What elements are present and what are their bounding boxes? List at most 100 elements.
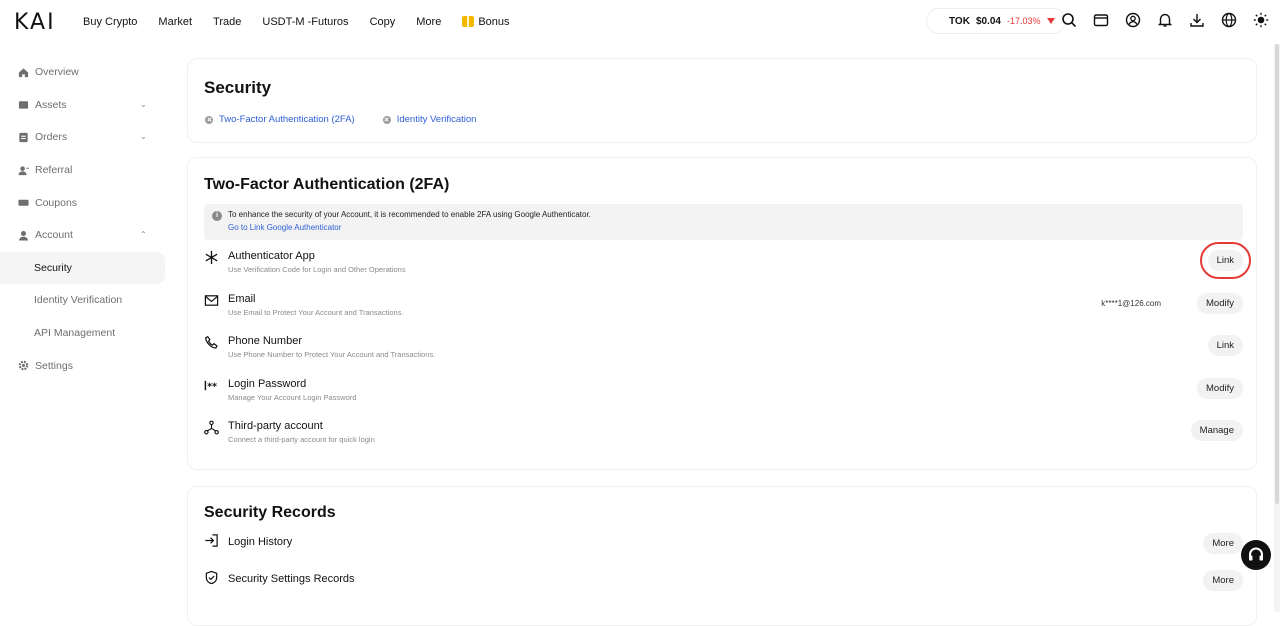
chevron-down-icon[interactable]: ⌄: [140, 132, 147, 141]
sidebar-item-label: Overview: [35, 66, 79, 79]
home-icon: [18, 67, 29, 78]
row-third-party-account: Third-party account Connect a third-part…: [204, 420, 1243, 456]
ticker-change: -17.03%: [1006, 16, 1041, 26]
security-notice: i To enhance the security of your Accoun…: [204, 204, 1243, 240]
nav-trade[interactable]: Trade: [213, 16, 241, 28]
kai-logo[interactable]: KAI: [14, 10, 56, 35]
nav-futures[interactable]: USDT-M -Futuros: [262, 16, 348, 28]
google-authenticator-link[interactable]: Go to Link Google Authenticator: [228, 220, 1243, 235]
phone-icon: [204, 335, 220, 351]
wallet-icon: [18, 99, 29, 110]
modify-email-button[interactable]: Modify: [1197, 293, 1243, 314]
svg-text:**: **: [207, 382, 217, 393]
close-circle-icon: [382, 115, 391, 124]
login-icon: [204, 533, 220, 549]
link-two-factor-auth[interactable]: Two-Factor Authentication (2FA): [205, 114, 355, 125]
sidebar-item-label: Assets: [35, 98, 67, 111]
row-description: Use Phone Number to Protect Your Account…: [228, 350, 436, 359]
row-phone-number: Phone Number Use Phone Number to Protect…: [204, 335, 1243, 371]
row-title: Login Password: [228, 378, 307, 390]
info-icon: i: [212, 211, 222, 221]
asterisk-icon: [204, 250, 220, 266]
download-icon[interactable]: [1188, 11, 1206, 29]
sidebar-item-label: Account: [35, 229, 73, 242]
sidebar-item-identity-verification[interactable]: Identity Verification: [0, 284, 170, 317]
mail-icon: [204, 293, 220, 309]
sidebar-item-label: Referral: [35, 164, 73, 177]
chevron-up-icon[interactable]: ⌃: [140, 230, 147, 239]
user-icon[interactable]: [1124, 11, 1142, 29]
scrollbar-thumb[interactable]: [1275, 44, 1279, 504]
link-identity-verification[interactable]: Identity Verification: [382, 114, 476, 125]
row-login-password: ** Login Password Manage Your Account Lo…: [204, 378, 1243, 414]
sidebar-item-label: Settings: [35, 359, 73, 372]
sidebar-item-security[interactable]: Security: [0, 251, 165, 285]
sidebar-item-settings[interactable]: Settings: [0, 349, 170, 382]
nav-bonus-label: Bonus: [478, 15, 510, 28]
two-factor-auth-card: Two-Factor Authentication (2FA) i To enh…: [187, 157, 1257, 470]
section-title: Two-Factor Authentication (2FA): [204, 176, 450, 193]
link-phone-button[interactable]: Link: [1207, 335, 1243, 356]
nav-more[interactable]: More: [416, 16, 441, 28]
sidebar-item-label: Security: [34, 261, 72, 274]
header-icons: [1060, 11, 1270, 29]
sidebar-item-label: Coupons: [35, 196, 78, 209]
sidebar-item-api-management[interactable]: API Management: [0, 317, 170, 350]
sidebar-item-assets[interactable]: Assets ⌄: [0, 89, 170, 122]
row-description: Manage Your Account Login Password: [228, 393, 357, 402]
shield-icon: [204, 570, 220, 586]
security-records-more-button[interactable]: More: [1203, 570, 1243, 591]
sidebar-item-label: Orders: [35, 131, 68, 144]
sidebar-item-account[interactable]: Account ⌃: [0, 219, 170, 252]
row-title: Security Settings Records: [228, 573, 355, 585]
security-records-card: Security Records Login History More Secu…: [187, 486, 1257, 626]
nav-market[interactable]: Market: [158, 16, 192, 28]
ticker-symbol: TOK: [949, 15, 970, 27]
row-title: Third-party account: [228, 420, 323, 432]
nav-buy-crypto[interactable]: Buy Crypto: [83, 16, 137, 28]
search-icon[interactable]: [1060, 11, 1078, 29]
referral-icon: [18, 165, 29, 176]
headset-icon: [1249, 547, 1263, 561]
email-value: k****1@126.com: [1101, 299, 1161, 308]
security-card: Security Two-Factor Authentication (2FA)…: [187, 58, 1257, 143]
row-description: Use Verification Code for Login and Othe…: [228, 265, 406, 274]
row-authenticator-app: Authenticator App Use Verification Code …: [204, 242, 1252, 286]
theme-icon[interactable]: [1252, 11, 1270, 29]
row-title: Email: [228, 293, 256, 305]
sidebar: Overview Assets ⌄ Orders ⌄ Referral Coup…: [0, 56, 170, 382]
sidebar-item-referral[interactable]: Referral: [0, 154, 170, 187]
notice-text: To enhance the security of your Account,…: [228, 210, 591, 219]
gear-icon: [18, 360, 29, 371]
account-icon: [18, 230, 29, 241]
row-security-settings-records: Security Settings Records More: [204, 570, 1243, 606]
gift-icon: [462, 16, 475, 27]
row-title: Phone Number: [228, 335, 302, 347]
manage-third-party-button[interactable]: Manage: [1190, 420, 1243, 441]
share-nodes-icon: [204, 420, 220, 436]
row-description: Connect a third-party account for quick …: [228, 435, 375, 444]
section-title: Security Records: [204, 504, 336, 521]
globe-icon[interactable]: [1220, 11, 1238, 29]
row-title: Login History: [228, 536, 293, 548]
price-ticker[interactable]: TOK $0.04 -17.03%: [927, 9, 1065, 33]
sidebar-item-coupons[interactable]: Coupons: [0, 186, 170, 219]
password-icon: **: [204, 378, 220, 394]
row-description: Use Email to Protect Your Account and Tr…: [228, 308, 404, 317]
link-authenticator-button[interactable]: Link: [1199, 242, 1252, 279]
security-quick-links: Two-Factor Authentication (2FA) Identity…: [205, 114, 476, 125]
sidebar-item-orders[interactable]: Orders ⌄: [0, 121, 170, 154]
sidebar-item-overview[interactable]: Overview: [0, 56, 170, 89]
nav-bonus[interactable]: Bonus: [462, 15, 510, 28]
bell-icon[interactable]: [1156, 11, 1174, 29]
sidebar-item-label: Identity Verification: [34, 294, 123, 307]
orders-icon: [18, 132, 29, 143]
customer-support-button[interactable]: [1241, 540, 1271, 570]
modify-password-button[interactable]: Modify: [1197, 378, 1243, 399]
down-arrow-icon: [1046, 18, 1055, 24]
wallet-icon[interactable]: [1092, 11, 1110, 29]
nav-copy[interactable]: Copy: [370, 16, 396, 28]
login-history-more-button[interactable]: More: [1203, 533, 1243, 554]
chevron-down-icon[interactable]: ⌄: [140, 100, 147, 109]
row-login-history: Login History More: [204, 533, 1243, 569]
